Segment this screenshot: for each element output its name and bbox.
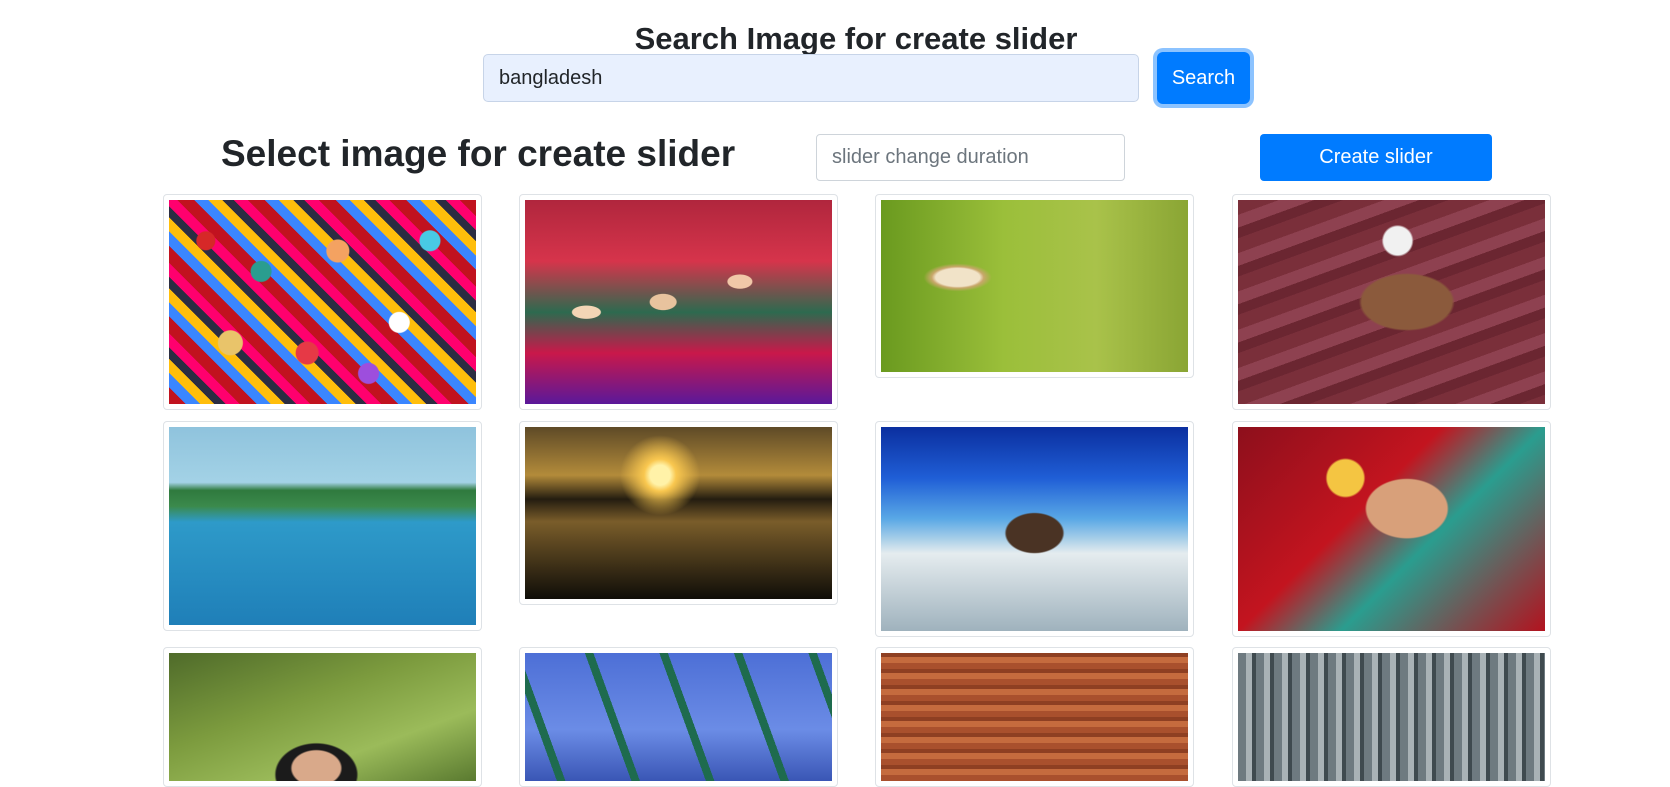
gallery-image[interactable] [519,647,838,787]
image-masks [169,200,476,404]
gallery-image[interactable] [163,421,482,631]
image-girl [169,653,476,781]
section-title: Select image for create slider [221,133,736,174]
gallery-image[interactable] [1232,421,1551,637]
page-title: Search Image for create slider [634,20,1078,56]
gallery-image[interactable] [875,194,1194,378]
image-sunset [525,427,832,599]
search-button[interactable]: Search [1157,52,1250,104]
image-beach [881,427,1188,631]
gallery-image[interactable] [519,194,838,410]
search-input[interactable] [483,54,1139,102]
gallery-image[interactable] [519,421,838,605]
gallery-image[interactable] [1232,194,1551,410]
image-bricks [881,653,1188,781]
gallery-image[interactable] [875,647,1194,787]
create-slider-button[interactable]: Create slider [1260,134,1492,181]
slider-duration-input[interactable] [816,134,1125,181]
gallery-image[interactable] [163,194,482,410]
gallery-image[interactable] [1232,647,1551,787]
gallery-image[interactable] [875,421,1194,637]
image-butterfly [881,200,1188,372]
gallery-image[interactable] [163,647,482,787]
image-city [1238,653,1545,781]
image-old-man [1238,200,1545,404]
image-boats [525,653,832,781]
image-crowd [525,200,832,404]
image-lake [169,427,476,625]
image-bride [1238,427,1545,631]
